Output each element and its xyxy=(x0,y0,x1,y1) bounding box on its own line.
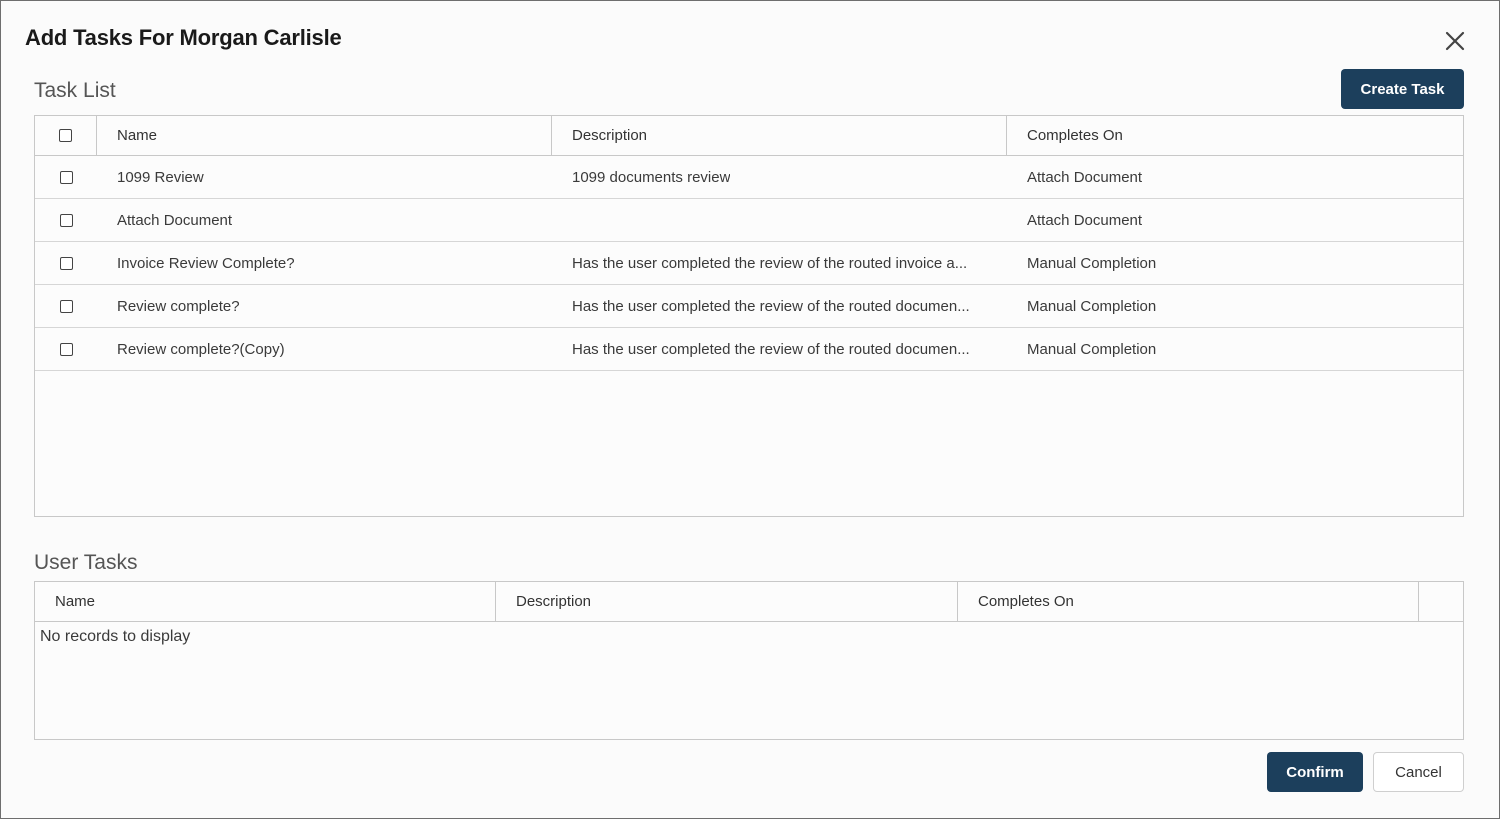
column-header-actions xyxy=(1419,582,1463,621)
row-checkbox-cell xyxy=(35,156,97,198)
row-completes-on-text: Attach Document xyxy=(1027,211,1143,229)
close-button[interactable] xyxy=(1439,25,1471,57)
row-description: 1099 documents review xyxy=(552,156,1007,198)
row-name: Attach Document xyxy=(97,199,552,241)
row-completes-on-text: Manual Completion xyxy=(1027,297,1157,315)
row-checkbox[interactable] xyxy=(59,256,73,270)
row-completes-on-text: Manual Completion xyxy=(1027,254,1157,272)
column-header-completes-on[interactable]: Completes On xyxy=(958,582,1419,621)
row-checkbox-cell xyxy=(35,328,97,370)
create-task-button[interactable]: Create Task xyxy=(1341,69,1464,109)
row-description: Has the user completed the review of the… xyxy=(552,328,1007,370)
user-tasks-grid: Name Description Completes On No records… xyxy=(34,581,1464,740)
select-all-checkbox[interactable] xyxy=(59,129,72,142)
row-checkbox-cell xyxy=(35,199,97,241)
row-completes-on: Manual Completion xyxy=(1007,328,1463,370)
row-checkbox[interactable] xyxy=(59,170,73,184)
column-header-completes-on[interactable]: Completes On xyxy=(1007,116,1463,155)
cancel-button[interactable]: Cancel xyxy=(1373,752,1464,792)
row-name-text: Review complete? xyxy=(117,297,240,315)
row-name-text: Review complete?(Copy) xyxy=(117,340,285,358)
table-row[interactable]: Invoice Review Complete? Has the user co… xyxy=(35,242,1463,285)
confirm-button[interactable]: Confirm xyxy=(1267,752,1363,792)
row-description xyxy=(552,199,1007,241)
row-name: Review complete? xyxy=(97,285,552,327)
row-name-text: 1099 Review xyxy=(117,168,204,186)
table-row[interactable]: Review complete?(Copy) Has the user comp… xyxy=(35,328,1463,371)
column-header-description[interactable]: Description xyxy=(496,582,958,621)
column-header-name[interactable]: Name xyxy=(35,582,496,621)
row-completes-on: Manual Completion xyxy=(1007,242,1463,284)
close-icon[interactable] xyxy=(1444,30,1466,52)
user-tasks-header: Name Description Completes On xyxy=(35,582,1463,622)
empty-message: No records to display xyxy=(40,628,191,645)
table-row[interactable]: Attach Document Attach Document xyxy=(35,199,1463,242)
row-description-text: Has the user completed the review of the… xyxy=(572,254,968,272)
row-name-text: Invoice Review Complete? xyxy=(117,254,295,272)
row-description-text: Has the user completed the review of the… xyxy=(572,297,970,315)
row-description: Has the user completed the review of the… xyxy=(552,285,1007,327)
task-list-header: Name Description Completes On xyxy=(35,116,1463,156)
row-checkbox-cell xyxy=(35,285,97,327)
task-list-grid: Name Description Completes On 1099 Revie… xyxy=(34,115,1464,517)
task-list-title: Task List xyxy=(34,79,116,102)
table-row[interactable]: Review complete? Has the user completed … xyxy=(35,285,1463,328)
row-completes-on-text: Attach Document xyxy=(1027,168,1143,186)
add-tasks-dialog: Add Tasks For Morgan Carlisle Task List … xyxy=(0,0,1500,819)
row-completes-on: Manual Completion xyxy=(1007,285,1463,327)
column-header-name[interactable]: Name xyxy=(97,116,552,155)
row-name: Review complete?(Copy) xyxy=(97,328,552,370)
row-checkbox[interactable] xyxy=(59,213,73,227)
row-name: Invoice Review Complete? xyxy=(97,242,552,284)
row-completes-on: Attach Document xyxy=(1007,199,1463,241)
row-completes-on-text: Manual Completion xyxy=(1027,340,1157,358)
select-all-cell xyxy=(35,116,97,155)
row-checkbox[interactable] xyxy=(59,299,73,313)
row-description-text: Has the user completed the review of the… xyxy=(572,340,970,358)
row-checkbox-cell xyxy=(35,242,97,284)
row-name-text: Attach Document xyxy=(117,211,233,229)
user-tasks-title: User Tasks xyxy=(34,551,138,574)
row-completes-on: Attach Document xyxy=(1007,156,1463,198)
row-checkbox[interactable] xyxy=(59,342,73,356)
row-description: Has the user completed the review of the… xyxy=(552,242,1007,284)
column-header-description[interactable]: Description xyxy=(552,116,1007,155)
row-description-text: 1099 documents review xyxy=(572,168,731,186)
row-name: 1099 Review xyxy=(97,156,552,198)
dialog-title: Add Tasks For Morgan Carlisle xyxy=(25,25,342,50)
table-row[interactable]: 1099 Review 1099 documents review Attach… xyxy=(35,156,1463,199)
